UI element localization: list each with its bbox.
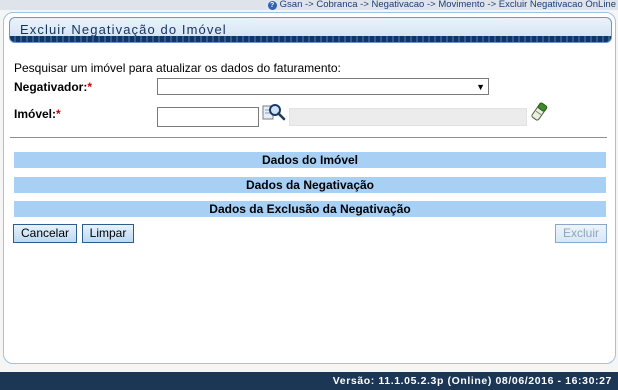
negativador-select[interactable]: ▼	[157, 78, 489, 95]
negativador-label: Negativador:*	[14, 80, 92, 94]
version-text: Versão: 11.1.05.2.3p (Online) 08/06/2016…	[332, 375, 612, 387]
imovel-input[interactable]	[157, 107, 259, 127]
section-dados-da-exclusao[interactable]: Dados da Exclusão da Negativação	[14, 201, 606, 217]
section-dados-do-imovel[interactable]: Dados do Imóvel	[14, 152, 606, 168]
footer-bar: Versão: 11.1.05.2.3p (Online) 08/06/2016…	[0, 372, 618, 390]
delete-button[interactable]: Excluir	[555, 224, 607, 243]
breadcrumb: ? Gsan -> Cobranca -> Negativacao -> Mov…	[267, 0, 616, 10]
required-mark: *	[87, 80, 93, 94]
title-bar-stripe	[10, 36, 611, 42]
page-title: Excluir Negativação do Imóvel	[20, 22, 227, 37]
imovel-label-text: Imóvel:	[14, 107, 57, 121]
eraser-icon[interactable]	[530, 102, 548, 122]
search-icon[interactable]	[262, 102, 286, 124]
clear-button[interactable]: Limpar	[82, 224, 134, 243]
divider	[10, 137, 607, 138]
breadcrumb-text: Gsan -> Cobranca -> Negativacao -> Movim…	[279, 0, 616, 10]
imovel-description-field	[289, 108, 527, 126]
chevron-down-icon: ▼	[476, 82, 485, 92]
instructions-text: Pesquisar um imóvel para atualizar os da…	[14, 61, 341, 75]
negativador-label-text: Negativador:	[14, 80, 88, 94]
section-dados-da-negativacao[interactable]: Dados da Negativação	[14, 177, 606, 193]
help-icon[interactable]: ?	[267, 0, 277, 10]
imovel-label: Imóvel:*	[14, 107, 61, 121]
cancel-button[interactable]: Cancelar	[13, 224, 77, 243]
title-bar: Excluir Negativação do Imóvel	[9, 17, 612, 43]
required-mark: *	[56, 107, 61, 121]
